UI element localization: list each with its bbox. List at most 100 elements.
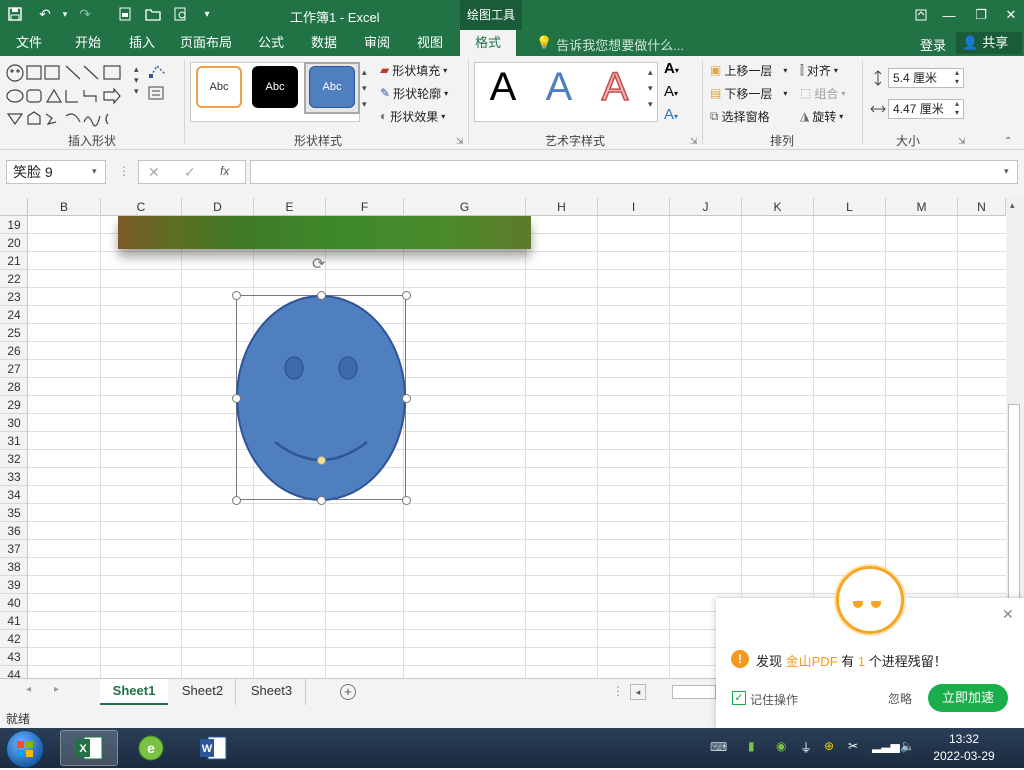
- row-header[interactable]: 44: [0, 666, 27, 678]
- shape-fill-button[interactable]: ▰ 形状填充 ▾: [380, 60, 447, 80]
- resize-handle-top[interactable]: [317, 291, 326, 300]
- find-icon[interactable]: [170, 3, 192, 25]
- selection-pane-button[interactable]: ⧉ 选择窗格: [710, 106, 770, 126]
- close-popup-icon[interactable]: ✕: [1002, 606, 1014, 623]
- tab-review[interactable]: 审阅: [356, 30, 398, 56]
- row-header[interactable]: 43: [0, 648, 27, 666]
- shape-effects-button[interactable]: ◐ 形状效果 ▾: [380, 106, 445, 126]
- column-header[interactable]: M: [886, 198, 958, 216]
- security-tray-icon[interactable]: ◉: [776, 739, 786, 753]
- column-header[interactable]: B: [28, 198, 101, 216]
- shape-width-input[interactable]: 4.47 厘米: [888, 99, 964, 119]
- sheet-tab-sheet3[interactable]: Sheet3: [238, 679, 306, 705]
- minimize-icon[interactable]: —: [932, 0, 966, 30]
- tab-format[interactable]: 格式: [460, 30, 516, 56]
- bring-forward-button[interactable]: ▣ 上移一层 ▾: [710, 60, 787, 80]
- row-header[interactable]: 25: [0, 324, 27, 342]
- grass-photo-picture[interactable]: [118, 216, 531, 249]
- row-header[interactable]: 27: [0, 360, 27, 378]
- column-header[interactable]: K: [742, 198, 814, 216]
- resize-handle-left[interactable]: [232, 394, 241, 403]
- volume-tray-icon[interactable]: 🔈: [900, 739, 915, 753]
- tab-insert[interactable]: 插入: [120, 30, 164, 56]
- gallery-scroll-icon[interactable]: ▴ ▾ ▾: [134, 64, 139, 97]
- redo-icon[interactable]: ↷: [74, 3, 96, 25]
- rotate-button[interactable]: ◮ 旋转 ▾: [800, 106, 843, 126]
- accelerate-button[interactable]: 立即加速: [928, 684, 1008, 712]
- network-tray-icon[interactable]: ▂▃▅: [872, 739, 900, 753]
- row-header[interactable]: 22: [0, 270, 27, 288]
- dialog-launcher-icon[interactable]: ⇲: [456, 136, 464, 147]
- customize-qat-icon[interactable]: ▾: [196, 3, 218, 25]
- scroll-left-icon[interactable]: ◂: [630, 684, 646, 700]
- vertical-scroll-thumb[interactable]: [1008, 404, 1020, 604]
- resize-handle-top-right[interactable]: [402, 291, 411, 300]
- wordart-style-black[interactable]: A: [478, 64, 528, 110]
- row-header[interactable]: 24: [0, 306, 27, 324]
- formula-input[interactable]: [250, 160, 1018, 184]
- row-header[interactable]: 33: [0, 468, 27, 486]
- ignore-link[interactable]: 忽略: [888, 690, 912, 707]
- shape-height-input[interactable]: 5.4 厘米: [888, 68, 964, 88]
- adjust-handle-smile[interactable]: [317, 456, 326, 465]
- add-sheet-icon[interactable]: +: [340, 684, 356, 700]
- close-window-icon[interactable]: ✕: [994, 0, 1024, 30]
- tab-file[interactable]: 文件: [6, 30, 52, 56]
- row-header[interactable]: 29: [0, 396, 27, 414]
- resize-handle-bottom-right[interactable]: [402, 496, 411, 505]
- styles-gallery-scroll-icon[interactable]: ▴ ▾ ▾: [362, 64, 367, 112]
- clock-date[interactable]: 2022-03-29: [926, 749, 1002, 763]
- text-effects-icon[interactable]: A▾: [664, 106, 678, 123]
- text-outline-icon[interactable]: A▾: [664, 83, 678, 100]
- tools-tray-icon[interactable]: ✂: [848, 739, 858, 753]
- width-spinner-icon[interactable]: ▴ ▾: [955, 99, 959, 117]
- row-header[interactable]: 36: [0, 522, 27, 540]
- shapes-gallery[interactable]: [4, 62, 144, 128]
- tab-data[interactable]: 数据: [302, 30, 346, 56]
- resize-handle-right[interactable]: [402, 394, 411, 403]
- tab-view[interactable]: 视图: [408, 30, 452, 56]
- name-box-dropdown-icon[interactable]: ▾: [92, 166, 97, 177]
- column-header[interactable]: C: [101, 198, 182, 216]
- shape-style-black-fill[interactable]: Abc: [252, 66, 298, 108]
- resize-handle-bottom-left[interactable]: [232, 496, 241, 505]
- usb-tray-icon[interactable]: ⏚: [800, 739, 812, 756]
- row-header[interactable]: 39: [0, 576, 27, 594]
- text-box-icon[interactable]: [148, 86, 170, 105]
- sheet-prev-icon[interactable]: ◂: [26, 684, 31, 695]
- row-header[interactable]: 20: [0, 234, 27, 252]
- align-button[interactable]: ⫿ 对齐 ▾: [800, 60, 838, 80]
- row-header[interactable]: 40: [0, 594, 27, 612]
- shape-style-orange-outline[interactable]: Abc: [196, 66, 242, 108]
- row-header[interactable]: 37: [0, 540, 27, 558]
- row-header[interactable]: 28: [0, 378, 27, 396]
- column-header[interactable]: F: [326, 198, 404, 216]
- expand-formula-bar-icon[interactable]: ▾: [1004, 166, 1009, 177]
- dialog-launcher-icon[interactable]: ⇲: [958, 136, 966, 147]
- taskbar-browser[interactable]: e: [122, 730, 180, 766]
- rotate-handle-icon[interactable]: ⟳: [312, 254, 325, 274]
- column-header[interactable]: D: [182, 198, 254, 216]
- undo-icon[interactable]: ↶: [34, 3, 56, 25]
- send-backward-button[interactable]: ▤ 下移一层 ▾: [710, 83, 787, 103]
- column-header[interactable]: L: [814, 198, 886, 216]
- row-header[interactable]: 35: [0, 504, 27, 522]
- tab-formulas[interactable]: 公式: [250, 30, 292, 56]
- enter-icon[interactable]: ✓: [184, 164, 196, 181]
- cancel-icon[interactable]: ✕: [148, 164, 160, 181]
- row-header[interactable]: 23: [0, 288, 27, 306]
- shape-outline-button[interactable]: ✎ 形状轮廓 ▾: [380, 83, 448, 103]
- row-header[interactable]: 30: [0, 414, 27, 432]
- column-header[interactable]: J: [670, 198, 742, 216]
- scroll-up-icon[interactable]: ▴: [1010, 200, 1015, 211]
- height-spinner-icon[interactable]: ▴ ▾: [955, 68, 959, 86]
- edit-shape-icon[interactable]: [148, 62, 170, 83]
- battery-tray-icon[interactable]: ▮: [748, 739, 755, 753]
- undo-dropdown-icon[interactable]: ▾: [54, 3, 76, 25]
- collapse-ribbon-icon[interactable]: ⌃: [1004, 136, 1012, 147]
- wordart-style-blue[interactable]: A: [534, 64, 584, 110]
- column-header[interactable]: I: [598, 198, 670, 216]
- sheet-tab-sheet1[interactable]: Sheet1: [100, 679, 168, 705]
- row-header[interactable]: 38: [0, 558, 27, 576]
- row-header[interactable]: 31: [0, 432, 27, 450]
